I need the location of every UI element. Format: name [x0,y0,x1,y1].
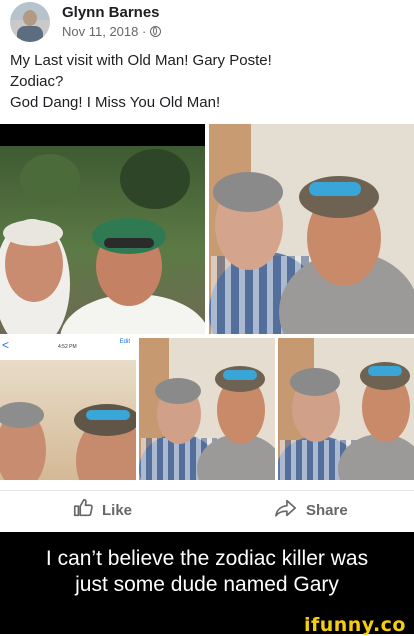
caption-line-2: just some dude named Gary [75,573,339,596]
caption-line-1: I can’t believe the zodiac killer was [45,547,369,570]
post-text: My Last visit with Old Man! Gary Poste! … [10,50,272,113]
photo-3-phone-screenshot[interactable]: < 4:52 PM Edit [0,338,136,480]
phone-time: 4:52 PM [58,344,77,350]
phone-edit-button[interactable]: Edit [120,339,130,345]
share-label: Share [306,501,348,519]
like-label: Like [102,501,133,519]
like-button[interactable]: Like [72,497,132,523]
post-header: Glynn Barnes Nov 11, 2018 · [0,0,414,48]
photo-5[interactable] [278,338,414,480]
avatar-head [23,10,37,26]
photo-1[interactable] [0,124,205,334]
share-button[interactable]: Share [274,497,348,523]
share-arrow-icon [274,497,298,523]
avatar-body [17,26,43,42]
post-line-2: Zodiac? [10,73,64,90]
photo-grid: < 4:52 PM Edit [0,124,414,480]
post-line-1: My Last visit with Old Man! Gary Poste! [10,52,272,69]
author-name[interactable]: Glynn Barnes [62,4,160,21]
post-date[interactable]: Nov 11, 2018 · [62,24,146,39]
thumbs-up-icon [72,497,94,523]
post-line-3: God Dang! I Miss You Old Man! [10,94,221,111]
post-meta: Nov 11, 2018 · [62,24,162,39]
globe-icon [150,26,162,37]
facebook-post: Glynn Barnes Nov 11, 2018 · My Last visi… [0,0,414,532]
photo-2[interactable] [209,124,414,334]
footer-bar: ifunny.co [0,614,414,636]
post-actions: Like Share [0,490,414,531]
author-avatar[interactable] [10,2,50,42]
meme-caption: I can’t believe the zodiac killer was ju… [0,532,414,614]
photo-4[interactable] [139,338,275,480]
ifunny-watermark: ifunny.co [303,614,406,636]
phone-back-button[interactable]: < [2,338,9,352]
